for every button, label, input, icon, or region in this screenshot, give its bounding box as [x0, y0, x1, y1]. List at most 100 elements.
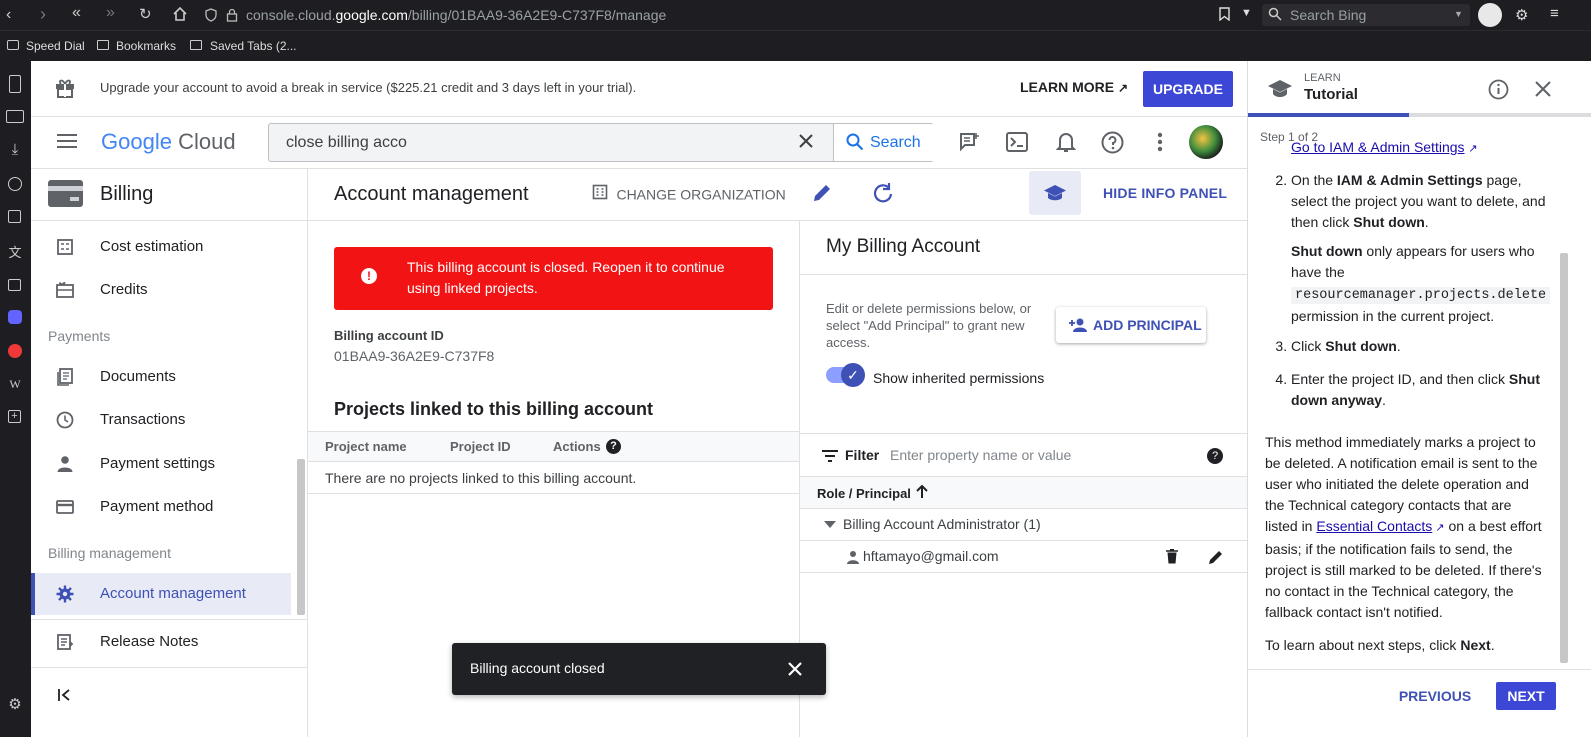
nav-item-label: Transactions — [100, 411, 186, 428]
search-button[interactable]: Search — [833, 124, 934, 161]
tutorial-link-iam[interactable]: Go to IAM & Admin Settings ↗ — [1291, 141, 1478, 155]
nav-section-header: Billing — [31, 169, 307, 221]
tutorial-content: Go to IAM & Admin Settings ↗ On the IAM … — [1248, 141, 1558, 665]
vivaldi-icon[interactable] — [8, 344, 22, 358]
previous-button[interactable]: PREVIOUS — [1397, 682, 1473, 710]
nav-item-payment-settings[interactable]: Payment settings — [31, 443, 291, 485]
billing-icon — [48, 180, 83, 207]
principal-email: hftamayo@gmail.com — [863, 548, 999, 564]
hamburger-menu-icon[interactable] — [57, 133, 77, 154]
speed-dial-icon — [7, 40, 19, 50]
search-input[interactable]: close billing acco — [286, 134, 407, 152]
learn-more-link[interactable]: LEARN MORE ↗ — [1020, 79, 1128, 95]
cloud-shell-icon[interactable] — [1006, 132, 1028, 157]
filter-input[interactable]: Enter property name or value — [890, 447, 1071, 463]
account-id-value: 01BAA9-36A2E9-C737F8 — [334, 348, 495, 364]
nav-item-transactions[interactable]: Transactions — [31, 399, 291, 441]
column-header[interactable]: Project ID — [450, 439, 511, 454]
rewind-icon[interactable]: « — [72, 4, 81, 22]
add-panel-icon[interactable]: + — [8, 410, 21, 423]
extensions-icon[interactable]: ⚙ — [1515, 6, 1528, 24]
column-header[interactable]: Project name — [325, 439, 407, 454]
nav-item-account-management[interactable]: Account management — [31, 573, 291, 615]
role-column-header[interactable]: Role / Principal — [817, 486, 911, 501]
nav-scrollbar[interactable] — [297, 459, 305, 615]
browser-search-box[interactable]: Search Bing ▼ — [1262, 4, 1470, 26]
release-notes-icon — [56, 633, 74, 651]
reload-icon[interactable]: ↻ — [139, 5, 152, 23]
tutorial-step-3: Click Shut down. — [1291, 336, 1556, 357]
expand-triangle-icon[interactable] — [824, 521, 836, 528]
notifications-icon[interactable] — [1055, 131, 1077, 158]
close-icon[interactable] — [1535, 81, 1551, 102]
chevron-down-icon[interactable]: ▼ — [1241, 7, 1252, 19]
help-icon[interactable]: ? — [1207, 448, 1223, 464]
nav-section-title: Billing — [100, 183, 154, 205]
forward-icon[interactable]: › — [40, 4, 46, 25]
next-button[interactable]: NEXT — [1496, 682, 1556, 710]
back-icon[interactable]: ‹ — [6, 6, 11, 24]
settings-icon[interactable]: ⚙ — [6, 695, 24, 713]
clear-search-icon[interactable] — [797, 132, 815, 155]
add-principal-button[interactable]: ADD PRINCIPAL — [1056, 307, 1206, 343]
search-dropdown-icon[interactable]: ▼ — [1454, 9, 1463, 19]
account-avatar[interactable] — [1189, 125, 1223, 159]
nav-divider — [31, 667, 307, 668]
more-vert-icon[interactable] — [1157, 132, 1163, 157]
search-icon — [1268, 7, 1282, 24]
bookmark-page-icon[interactable] — [1219, 7, 1230, 21]
home-icon[interactable] — [172, 6, 188, 22]
calendar-icon[interactable] — [8, 279, 21, 291]
fast-forward-icon[interactable]: » — [106, 4, 115, 22]
edit-pencil-icon[interactable] — [812, 183, 832, 208]
bookmark-bookmarks[interactable]: Bookmarks — [116, 39, 176, 53]
profile-avatar-icon[interactable] — [1478, 3, 1502, 27]
hide-info-panel-button[interactable]: HIDE INFO PANEL — [1103, 185, 1227, 201]
nav-item-payment-method[interactable]: Payment method — [31, 486, 291, 528]
nav-item-documents[interactable]: Documents — [31, 356, 291, 398]
show-inherited-toggle[interactable]: ✓ — [826, 363, 865, 387]
collapse-nav-icon[interactable] — [58, 688, 72, 707]
edit-icon[interactable] — [1208, 549, 1224, 570]
delete-icon[interactable] — [1166, 548, 1178, 569]
menu-icon[interactable]: ≡ — [1550, 5, 1559, 22]
gift-card-icon — [56, 281, 74, 299]
nav-item-release-notes[interactable]: Release Notes — [31, 621, 291, 663]
nav-item-credits[interactable]: Credits — [31, 269, 291, 311]
page-title-bar: Account management CHANGE ORGANIZATION H… — [308, 169, 1247, 221]
nav-item-label: Release Notes — [100, 633, 199, 650]
wikipedia-icon[interactable]: W — [6, 377, 24, 395]
learn-toggle-button[interactable] — [1029, 171, 1081, 215]
help-icon[interactable]: ? — [606, 439, 621, 454]
documents-icon — [56, 368, 74, 386]
refresh-icon[interactable] — [872, 182, 894, 209]
notes-icon[interactable] — [8, 210, 21, 223]
reading-list-icon[interactable] — [6, 110, 24, 123]
tutorial-panel: LEARN Tutorial Step 1 of 2 Go to IAM & A… — [1247, 61, 1591, 737]
change-organization-button[interactable]: CHANGE ORGANIZATION — [592, 184, 786, 205]
bookmark-speed-dial[interactable]: Speed Dial — [26, 39, 85, 53]
sort-arrow-up-icon[interactable] — [916, 484, 928, 504]
help-icon[interactable] — [1101, 131, 1124, 159]
nav-group-payments: Payments — [48, 328, 111, 344]
google-cloud-logo[interactable]: Google Cloud — [101, 129, 236, 155]
mastodon-icon[interactable] — [8, 310, 22, 324]
info-icon[interactable] — [1488, 79, 1509, 105]
browser-side-panel: ⤓ 文 W + ⚙ — [0, 61, 31, 737]
essential-contacts-link[interactable]: Essential Contacts — [1316, 518, 1432, 534]
bookmarks-panel-icon[interactable] — [9, 75, 21, 93]
history-icon[interactable] — [8, 177, 22, 191]
credit-card-icon — [56, 498, 74, 516]
address-bar[interactable]: console.cloud.google.com/billing/01BAA9-… — [246, 7, 666, 23]
translate-icon[interactable]: 文 — [6, 242, 24, 260]
close-icon[interactable] — [787, 661, 803, 682]
feedback-icon[interactable] — [958, 131, 980, 158]
nav-item-label: Cost estimation — [100, 238, 204, 255]
bookmark-saved-tabs[interactable]: Saved Tabs (2... — [210, 39, 297, 53]
downloads-icon[interactable]: ⤓ — [6, 141, 24, 159]
tutorial-scrollbar[interactable] — [1560, 253, 1568, 663]
permission-code: resourcemanager.projects.delete — [1291, 287, 1551, 304]
role-group-row[interactable]: Billing Account Administrator (1) — [800, 509, 1247, 541]
nav-item-cost-estimation[interactable]: Cost estimation — [31, 226, 291, 268]
upgrade-button[interactable]: UPGRADE — [1143, 71, 1233, 107]
